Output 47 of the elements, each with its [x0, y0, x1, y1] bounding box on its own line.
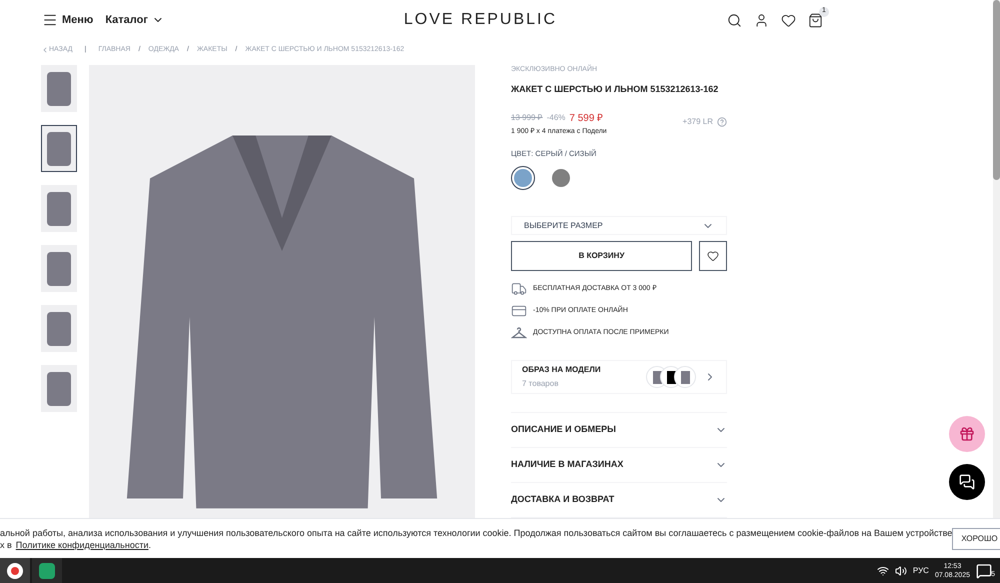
thumbnail[interactable]	[41, 125, 77, 172]
accept-cookie-button[interactable]: ХОРОШО	[952, 528, 1000, 550]
heart-icon[interactable]	[781, 12, 796, 28]
volume-icon[interactable]	[894, 564, 907, 576]
gift-button[interactable]	[949, 416, 985, 452]
wishlist-button[interactable]	[699, 241, 727, 272]
color-swatch[interactable]	[511, 166, 535, 190]
privacy-policy-link[interactable]: Политике конфиденциальности	[16, 538, 148, 550]
menu-button[interactable]: Меню	[42, 12, 94, 28]
discount: -46%	[546, 112, 566, 124]
look-card[interactable]: ОБРАЗ НА МОДЕЛИ 7 товаров	[511, 360, 727, 394]
cookie-text: .	[148, 538, 151, 550]
accordion-header[interactable]: ОПИСАНИЕ И ОБМЕРЫ	[511, 413, 727, 448]
help-icon[interactable]	[717, 117, 727, 127]
bag-icon[interactable]	[808, 12, 823, 28]
bonus-points: +379 LR	[682, 116, 713, 128]
search-icon[interactable]	[727, 12, 742, 28]
look-count: 7 товаров	[522, 378, 560, 390]
menu-icon	[42, 12, 58, 28]
thumbnail[interactable]	[41, 245, 77, 292]
thumbnail[interactable]	[41, 305, 77, 352]
old-price: 13 999 ₽	[511, 112, 543, 124]
user-icon[interactable]	[754, 12, 769, 28]
thumbnail[interactable]	[41, 65, 77, 112]
look-item-thumbnail	[674, 366, 696, 388]
look-title: ОБРАЗ НА МОДЕЛИ	[522, 364, 602, 376]
product-title: ЖАКЕТ С ШЕРСТЬЮ И ЛЬНОМ 5153212613-162	[511, 82, 720, 96]
price: 7 599 ₽	[569, 112, 604, 126]
chat-button[interactable]	[949, 464, 985, 500]
accordion-header[interactable]: НАЛИЧИЕ В МАГАЗИНАХ	[511, 448, 727, 483]
scrollbar[interactable]	[993, 0, 1000, 518]
cookie-text: альной работы, анализа использования и улучшения пользовательского опыта на сайте используются технологии cookie. Продолжая пользоваться сайтом вы соглашаетесь с размещением cookie-файлов на Вашем устройстве	[0, 526, 952, 538]
language-indicator[interactable]: РУС	[912, 564, 929, 576]
catalog-button[interactable]: Каталог	[105, 12, 164, 28]
logo[interactable]: LOVE REPUBLIC	[404, 8, 558, 32]
add-to-cart-button[interactable]: В КОРЗИНУ	[511, 241, 692, 272]
gift-icon	[959, 426, 975, 442]
heart-icon	[707, 250, 719, 262]
chat-icon	[959, 474, 975, 490]
thumbnail[interactable]	[41, 185, 77, 232]
notifications-icon[interactable]	[976, 562, 992, 578]
truck-icon	[511, 281, 527, 298]
chevron-left-icon	[41, 46, 49, 54]
size-select[interactable]: ВЫБЕРИТЕ РАЗМЕР	[511, 216, 727, 236]
thumbnail[interactable]	[41, 365, 77, 412]
network-icon[interactable]	[876, 564, 889, 576]
cookie-text: х в	[0, 538, 12, 550]
